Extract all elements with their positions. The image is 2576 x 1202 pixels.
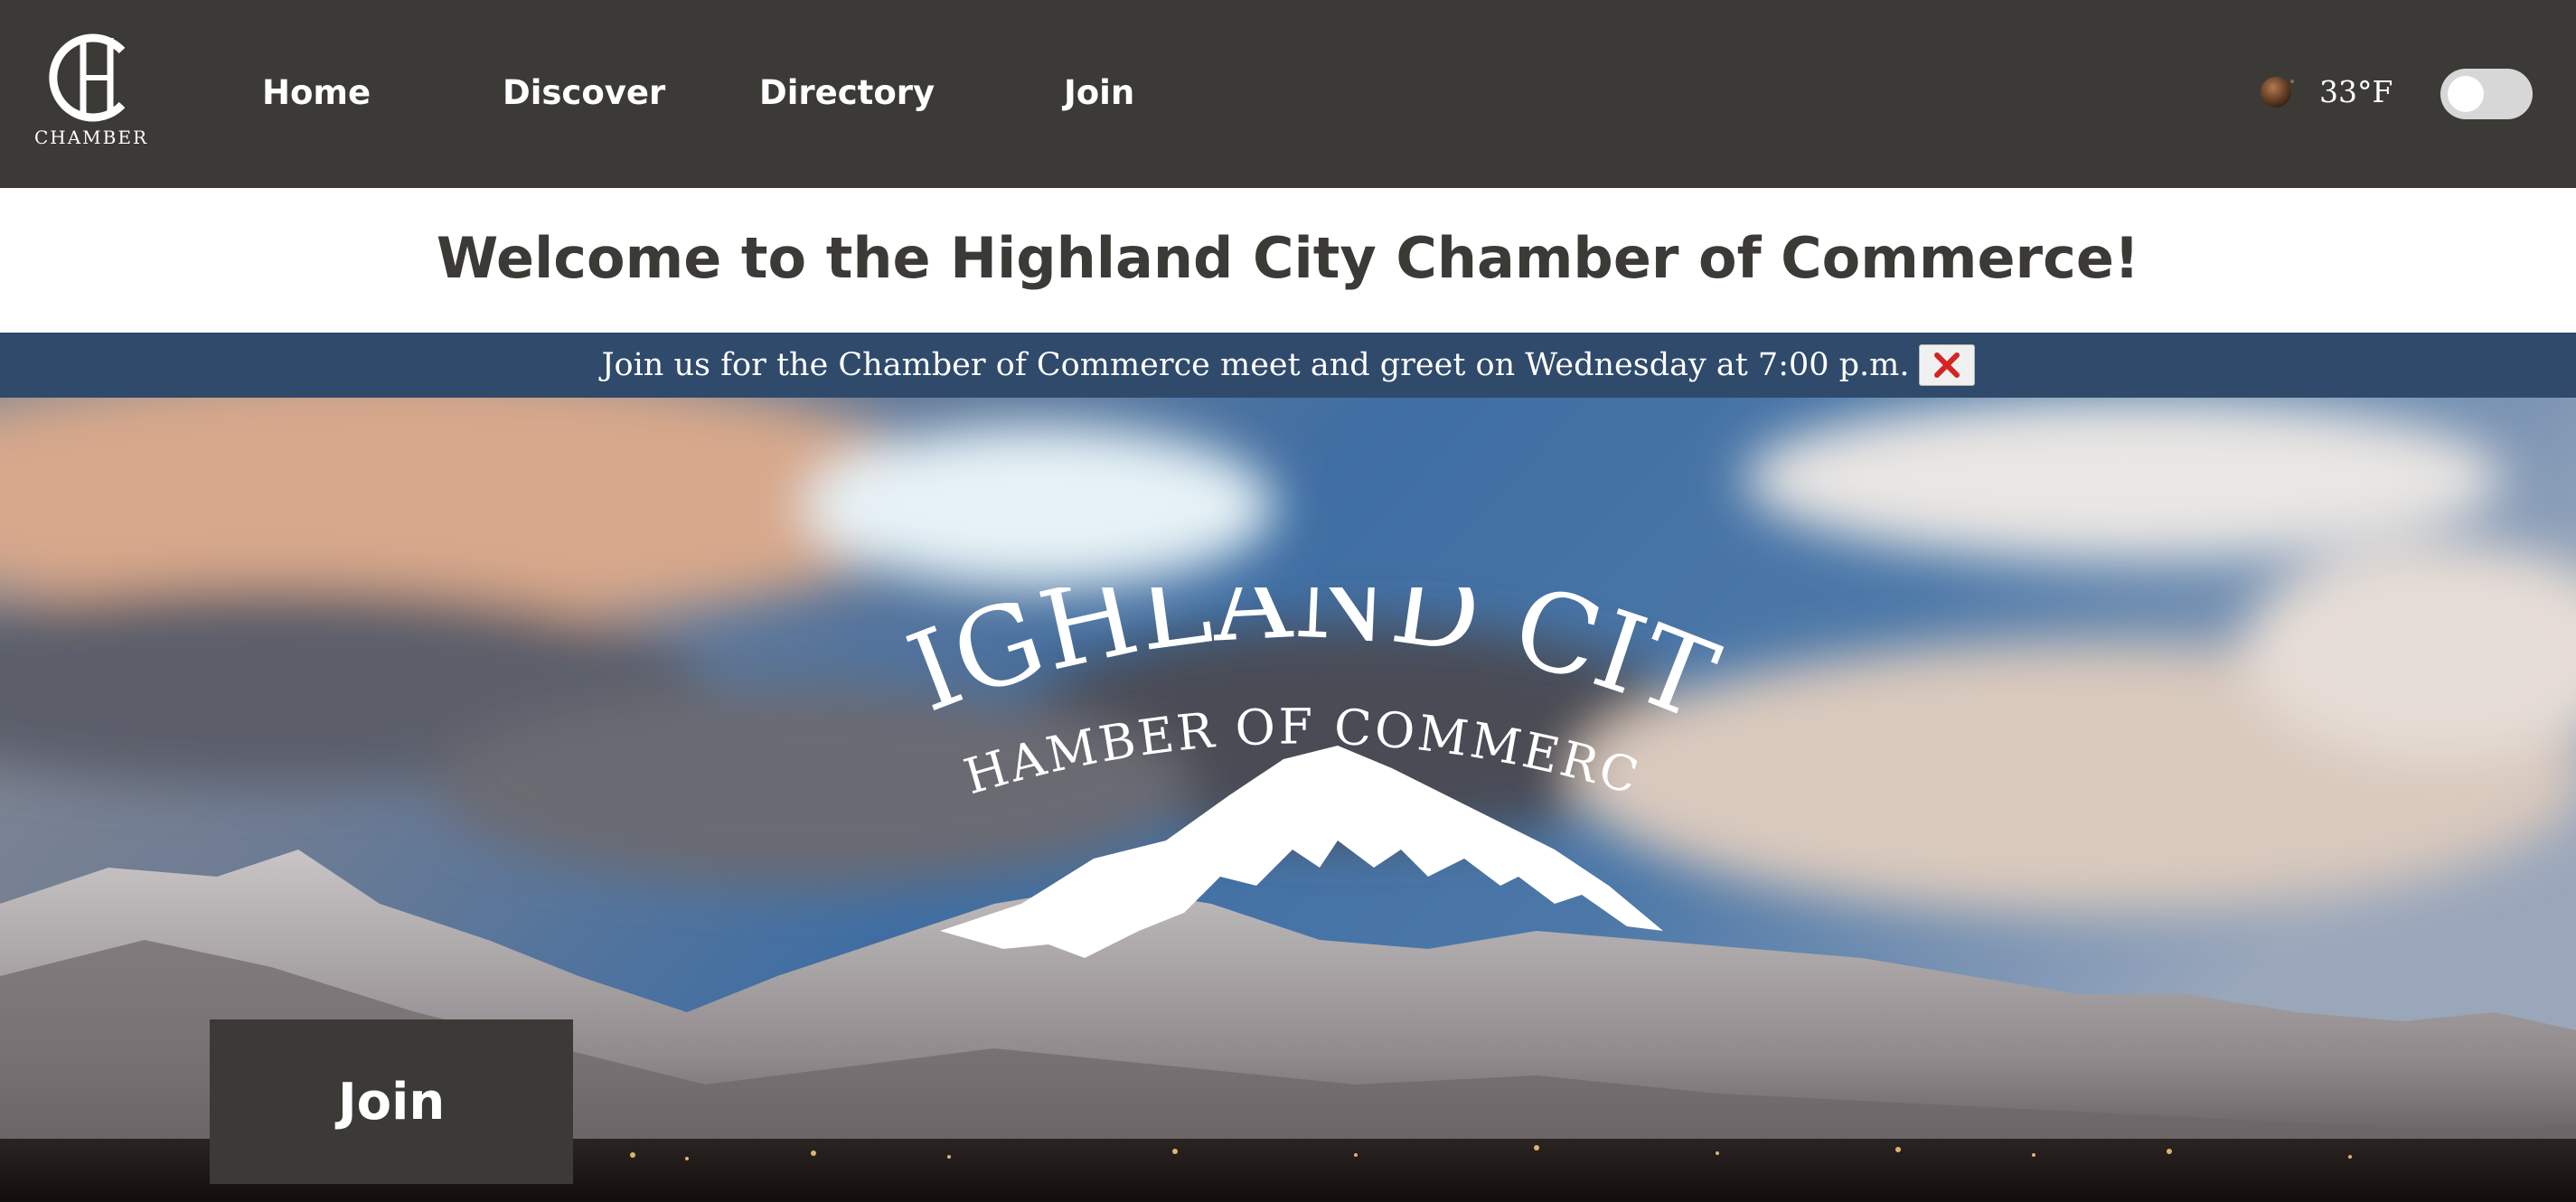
logo-wordmark: CHAMBER: [33, 127, 149, 148]
announcement-banner: Join us for the Chamber of Commerce meet…: [0, 333, 2576, 398]
join-button[interactable]: Join: [210, 1019, 573, 1184]
dark-mode-toggle[interactable]: [2440, 69, 2533, 119]
welcome-section: Welcome to the Highland City Chamber of …: [0, 188, 2576, 333]
hero-section: HIGHLAND CITY CHAMBER OF COMMERCE Join: [0, 398, 2576, 1202]
hero-chamber-logo: HIGHLAND CITY CHAMBER OF COMMERCE: [868, 587, 1735, 994]
nav-directory[interactable]: Directory: [759, 69, 935, 117]
chamber-logo[interactable]: CHAMBER: [27, 25, 155, 154]
banner-message: Join us for the Chamber of Commerce meet…: [601, 347, 1910, 383]
page-title: Welcome to the Highland City Chamber of …: [436, 225, 2140, 291]
site-header: CHAMBER Home Discover Directory Join 33°…: [0, 0, 2576, 188]
close-icon: [1933, 352, 1960, 378]
banner-close-button[interactable]: [1918, 344, 1975, 386]
toggle-knob: [2448, 76, 2484, 112]
temperature-readout: 33°F: [2319, 74, 2393, 109]
nav-home[interactable]: Home: [262, 69, 371, 117]
weather-condition-icon: [2258, 72, 2296, 110]
nav-join[interactable]: Join: [1064, 69, 1134, 117]
nav-discover[interactable]: Discover: [503, 69, 665, 117]
